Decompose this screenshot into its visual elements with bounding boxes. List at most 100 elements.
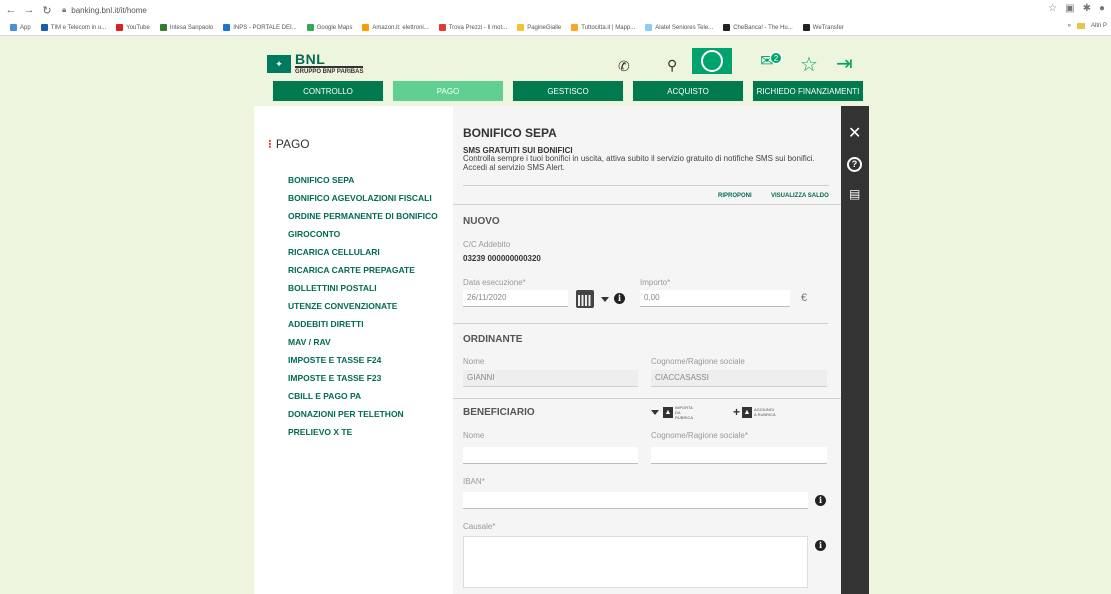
back-icon[interactable]: ← xyxy=(4,3,18,17)
bookmark-item[interactable]: YouTube xyxy=(116,24,150,31)
extension-icon[interactable]: ▣ xyxy=(1065,3,1074,14)
nav-tab-richiedo-finanziamenti[interactable]: RICHIEDO FINANZIAMENTI xyxy=(753,81,863,101)
beneficiary-surname-label: Cognome/Ragione sociale* xyxy=(651,431,748,440)
nav-tab-pago[interactable]: PAGO xyxy=(393,81,503,101)
causale-info-icon[interactable]: i xyxy=(815,540,826,551)
sidebar-item[interactable]: UTENZE CONVENZIONATE xyxy=(288,302,438,311)
causale-label: Causale* xyxy=(463,522,496,531)
sidebar-item[interactable]: RICARICA CARTE PREPAGATE xyxy=(288,266,438,275)
sidebar-menu: BONIFICO SEPA BONIFICO AGEVOLAZIONI FISCA… xyxy=(288,176,438,446)
browser-address-bar: ← → ↻ 🔒︎ banking.bnl.it/it/home ☆ ▣ ✱ ● xyxy=(0,0,1111,20)
nav-tab-gestisco[interactable]: GESTISCO xyxy=(513,81,623,101)
beneficiary-surname-input[interactable] xyxy=(651,447,827,464)
sidebar-item[interactable]: DONAZIONI PER TELETHON xyxy=(288,410,438,419)
puzzle-icon[interactable]: ✱ xyxy=(1083,3,1091,14)
bookmark-icon xyxy=(362,24,370,31)
sidebar-item[interactable]: BOLLETTINI POSTALI xyxy=(288,284,438,293)
bookmarks-bar: App TIM e Telecom in u... YouTube Intesa Sa… xyxy=(0,20,1111,36)
sidebar-item[interactable]: BONIFICO AGEVOLAZIONI FISCALI xyxy=(288,194,438,203)
messages-button[interactable]: ✉ 2 xyxy=(752,48,782,74)
nuovo-heading: NUOVO xyxy=(463,216,500,227)
date-label: Data esecuzione* xyxy=(463,278,526,287)
bookmark-icon xyxy=(438,24,446,31)
amount-input[interactable]: 0,00 xyxy=(640,290,790,307)
bookmark-item[interactable]: Alatel Seniores Tele... xyxy=(645,24,713,31)
profile-button[interactable] xyxy=(692,48,732,74)
bnl-logo[interactable]: ✦ BNL GRUPPO BNP PARIBAS xyxy=(267,51,364,76)
sidebar-item[interactable]: IMPOSTE E TASSE F24 xyxy=(288,356,438,365)
logo-name: BNL xyxy=(295,51,326,67)
beneficiario-heading: BENEFICIARIO xyxy=(463,407,535,418)
contact-card-icon: ▲ xyxy=(742,406,753,418)
bookmark-item[interactable]: Trova Prezzi - Il mot... xyxy=(438,24,507,31)
sidebar-item[interactable]: PRELIEVO X TE xyxy=(288,428,438,437)
import-dropdown-icon[interactable] xyxy=(651,410,659,415)
lock-icon: 🔒︎ xyxy=(62,5,67,14)
bookmark-item[interactable]: INPS - PORTALE DEI... xyxy=(223,24,297,31)
iban-info-icon[interactable]: i xyxy=(815,495,826,506)
sidebar-item[interactable]: CBILL E PAGO PA xyxy=(288,392,438,401)
logout-icon[interactable]: ⇥ xyxy=(836,51,853,76)
visualizza-saldo-link[interactable]: VISUALIZZA SALDO xyxy=(771,193,829,199)
bookmark-item[interactable]: WeTransfer xyxy=(802,24,844,31)
sidebar-item[interactable]: IMPOSTE E TASSE F23 xyxy=(288,374,438,383)
sidebar-item[interactable]: ADDEBITI DIRETTI xyxy=(288,320,438,329)
print-icon[interactable]: ▤ xyxy=(849,187,860,201)
date-input[interactable]: 26/11/2020 xyxy=(463,290,568,307)
bookmark-item[interactable]: Intesa Sanpaolo xyxy=(159,24,213,31)
user-icon xyxy=(701,50,723,72)
bookmark-icon xyxy=(802,24,810,31)
close-icon[interactable]: ✕ xyxy=(848,123,861,143)
sidebar-item[interactable]: ORDINE PERMANENTE DI BONIFICO xyxy=(288,212,438,221)
phone-icon[interactable]: ✆ xyxy=(618,58,630,75)
iban-input[interactable] xyxy=(463,492,808,509)
bookmark-icon xyxy=(40,24,48,31)
bookmark-item[interactable]: Tuttocitta.it | Mapp... xyxy=(571,24,635,31)
causale-textarea[interactable] xyxy=(463,536,808,588)
logo-subtitle: GRUPPO BNP PARIBAS xyxy=(295,66,364,76)
title-marker-icon: ⁝ xyxy=(268,137,272,151)
star-icon[interactable]: ☆ xyxy=(1048,3,1057,14)
sidebar-item[interactable]: RICARICA CELLULARI xyxy=(288,248,438,257)
date-dropdown-icon[interactable] xyxy=(601,297,609,302)
nav-tab-acquisto[interactable]: ACQUISTO xyxy=(633,81,743,101)
sidebar-item[interactable]: GIROCONTO xyxy=(288,230,438,239)
add-rubrica-button[interactable]: + ▲ AGGIUNGI A RUBRICA xyxy=(733,405,776,419)
forward-icon[interactable]: → xyxy=(22,3,36,17)
location-pin-icon[interactable]: ⚲ xyxy=(667,57,677,74)
other-bookmarks[interactable]: » Altri P xyxy=(1068,23,1107,29)
bookmark-item[interactable]: TIM e Telecom in u... xyxy=(40,24,106,31)
bookmark-item[interactable]: CheBanca! - The Hu... xyxy=(723,24,793,31)
help-icon[interactable]: ? xyxy=(847,157,862,172)
bookmark-icon xyxy=(645,24,653,31)
account-value: 03239 000000000320 xyxy=(463,254,541,263)
bookmark-item[interactable]: Google Maps xyxy=(306,24,352,31)
bookmark-item[interactable]: Amazon.it: elettroni... xyxy=(362,24,429,31)
bnl-star-icon: ✦ xyxy=(267,55,291,73)
bookmark-item[interactable]: PagineGialle xyxy=(517,24,561,31)
surname-label: Cognome/Ragione sociale xyxy=(651,357,745,366)
import-rubrica-button[interactable]: ▲ IMPORTA DA RUBRICA xyxy=(663,405,697,420)
plus-icon: + xyxy=(733,405,741,419)
bookmark-icon xyxy=(159,24,167,31)
bookmark-icon xyxy=(116,24,124,31)
sidebar-item[interactable]: MAV / RAV xyxy=(288,338,438,347)
calendar-icon[interactable] xyxy=(576,290,594,308)
favorites-star-icon[interactable]: ☆ xyxy=(800,52,818,77)
divider xyxy=(453,204,841,205)
divider xyxy=(463,185,829,186)
reload-icon[interactable]: ↻ xyxy=(40,3,54,17)
nav-tab-controllo[interactable]: CONTROLLO xyxy=(273,81,383,101)
sms-text[interactable]: Controlla sempre i tuoi bonifici in usci… xyxy=(463,154,833,172)
bookmark-icon xyxy=(306,24,314,31)
profile-icon[interactable]: ● xyxy=(1099,3,1105,14)
sidebar-item[interactable]: BONIFICO SEPA xyxy=(288,176,438,185)
side-tools-strip xyxy=(841,106,869,594)
riproponi-link[interactable]: RIPROPONI xyxy=(718,193,752,199)
bookmark-item[interactable]: App xyxy=(10,24,31,31)
url-field[interactable]: 🔒︎ banking.bnl.it/it/home xyxy=(62,5,147,15)
divider xyxy=(453,398,841,399)
beneficiary-name-input[interactable] xyxy=(463,447,638,464)
info-icon[interactable]: i xyxy=(614,293,625,304)
ordinante-heading: ORDINANTE xyxy=(463,334,523,345)
